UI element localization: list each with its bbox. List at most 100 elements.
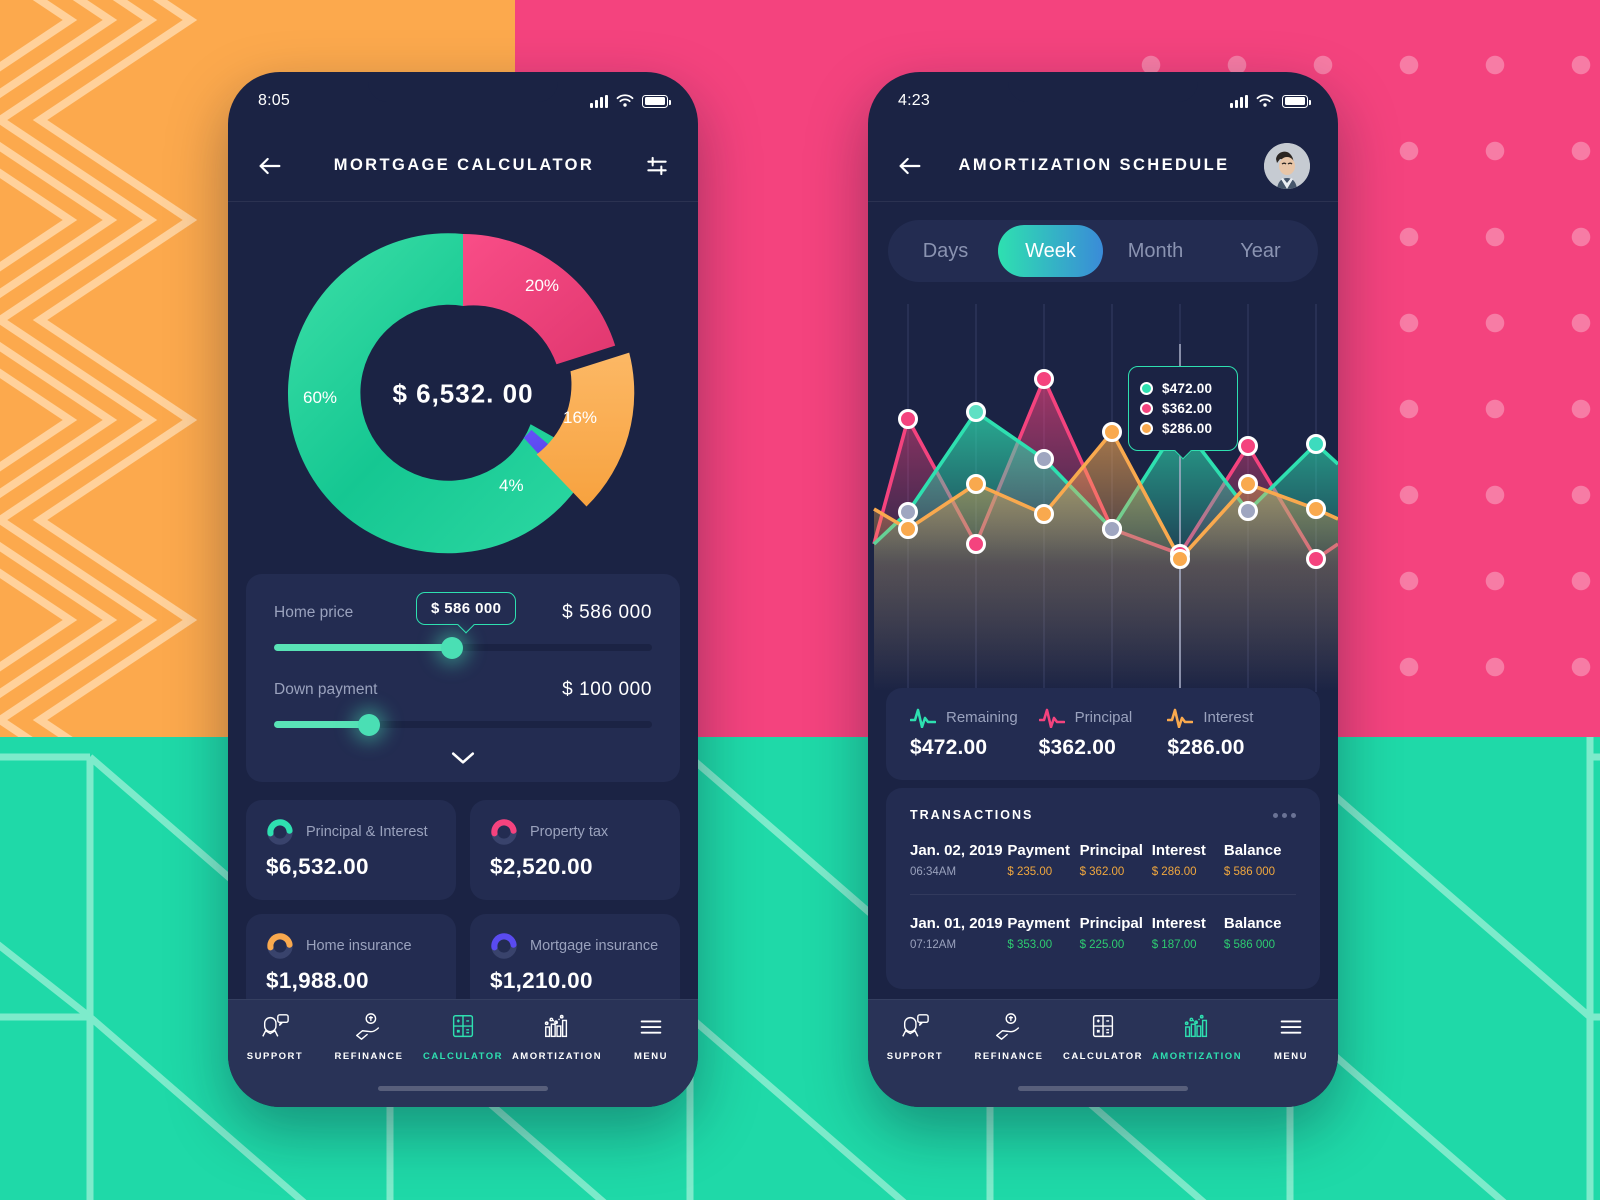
stat-card-property-tax[interactable]: Property tax $2,520.00: [470, 800, 680, 900]
transaction-payment-cell: Payment $ 235.00: [1007, 842, 1079, 878]
stat-card-principal-interest[interactable]: Principal & Interest $6,532.00: [246, 800, 456, 900]
stat-value: $2,520.00: [490, 854, 593, 879]
nav-label: MENU: [634, 1051, 668, 1062]
legend-dot-principal: [1140, 402, 1153, 415]
stat-label: Mortgage insurance: [530, 938, 659, 954]
ring-icon: [491, 933, 517, 959]
transaction-time: 06:34AM: [910, 866, 957, 878]
metric-label: Remaining: [946, 708, 1018, 726]
cell-value: $ 586 000: [1223, 939, 1276, 951]
column-header: Balance: [1223, 842, 1282, 859]
more-icon[interactable]: [1273, 812, 1296, 818]
pulse-icon: [910, 708, 936, 728]
slider-knob-down-payment[interactable]: [357, 713, 380, 736]
transaction-payment-cell: Payment $ 353.00: [1007, 915, 1079, 951]
cell-value: $ 235.00: [1007, 866, 1053, 878]
status-time: 8:05: [258, 92, 290, 109]
avatar[interactable]: [1264, 142, 1310, 189]
nav-item-refinance[interactable]: REFINANCE: [322, 1012, 416, 1062]
segment-week[interactable]: Week: [998, 225, 1103, 277]
transactions-title: TRANSACTIONS: [910, 808, 1034, 822]
nav-label: REFINANCE: [334, 1051, 404, 1062]
period-segmented-control: Days Week Month Year: [888, 220, 1318, 282]
nav-label: MENU: [1274, 1051, 1308, 1062]
chart-tooltip: $472.00 $362.00 $286.00: [1128, 366, 1238, 451]
nav-item-calculator[interactable]: CALCULATOR: [416, 1012, 510, 1062]
segment-days[interactable]: Days: [893, 225, 998, 277]
support-icon: [262, 1014, 289, 1037]
nav-item-menu[interactable]: MENU: [604, 1012, 698, 1062]
calculator-icon: [1092, 1015, 1114, 1038]
phone-mortgage-calculator: 8:05 MORTGAGE CALCULATOR $ 6,532. 00 20%…: [228, 72, 698, 1107]
nav-label: SUPPORT: [246, 1051, 304, 1062]
transaction-date-cell: Jan. 02, 2019 06:34AM: [910, 842, 1007, 878]
pulse-icon: [1038, 708, 1065, 728]
nav-label: CALCULATOR: [1062, 1051, 1144, 1062]
nav-item-support[interactable]: SUPPORT: [868, 1012, 962, 1062]
stat-label: Principal & Interest: [306, 824, 428, 840]
payment-breakdown-donut[interactable]: $ 6,532. 00 20% 16% 4% 60%: [287, 218, 639, 570]
arrow-left-icon[interactable]: [896, 152, 924, 180]
transaction-date: Jan. 02, 2019: [910, 842, 1003, 859]
stat-value: $6,532.00: [266, 854, 369, 879]
slider-fill: [274, 644, 452, 651]
cell-value: $ 286.00: [1151, 866, 1197, 878]
slider-row-down-payment: Down payment $ 100 000: [274, 673, 652, 707]
stat-label: Property tax: [530, 824, 609, 840]
transaction-date: Jan. 01, 2019: [910, 915, 1003, 932]
amortization-area-chart[interactable]: $472.00 $362.00 $286.00: [868, 304, 1338, 724]
arrow-left-icon[interactable]: [256, 152, 284, 180]
signal-icon: [590, 94, 608, 108]
cell-value: $ 353.00: [1007, 939, 1053, 951]
donut-chart-container: $ 6,532. 00 20% 16% 4% 60%: [228, 214, 698, 574]
cell-value: $ 187.00: [1151, 939, 1197, 951]
metric-interest: Interest $286.00: [1167, 706, 1296, 760]
nav-item-menu[interactable]: MENU: [1244, 1012, 1338, 1062]
segment-year[interactable]: Year: [1208, 225, 1313, 277]
table-row[interactable]: Jan. 01, 2019 07:12AM Payment $ 353.00 P…: [910, 895, 1296, 967]
slider-track-home-price[interactable]: [274, 636, 652, 659]
table-row[interactable]: Jan. 02, 2019 06:34AM Payment $ 235.00 P…: [910, 822, 1296, 895]
donut-label-purple: 4%: [499, 476, 524, 495]
transaction-interest-cell: Interest $ 187.00: [1152, 915, 1224, 951]
nav-label: SUPPORT: [886, 1051, 944, 1062]
metrics-card: Remaining $472.00 Principal $362.00 Inte…: [886, 688, 1320, 780]
battery-icon: [642, 94, 671, 108]
signal-icon: [1230, 94, 1248, 108]
donut-center-value: $ 6,532. 00: [392, 378, 534, 409]
column-header: Principal: [1079, 915, 1143, 932]
app-bar-left: MORTGAGE CALCULATOR: [228, 130, 698, 202]
tooltip-value: $362.00: [1162, 401, 1213, 416]
slider-fill: [274, 721, 369, 728]
metric-value: $472.00: [910, 736, 988, 759]
slider-track-down-payment[interactable]: [274, 713, 652, 736]
slider-value-bubble: $ 586 000: [416, 592, 517, 625]
nav-item-support[interactable]: SUPPORT: [228, 1012, 322, 1062]
expand-button[interactable]: [274, 750, 652, 770]
slider-label: Home price: [274, 604, 354, 621]
segment-month[interactable]: Month: [1103, 225, 1208, 277]
status-time: 4:23: [898, 92, 930, 109]
slider-value: $ 100 000: [562, 679, 652, 700]
transaction-time: 07:12AM: [910, 939, 957, 951]
status-bar-left: 8:05: [228, 72, 698, 130]
nav-item-amortization[interactable]: AMORTIZATION: [1150, 1012, 1244, 1062]
nav-item-calculator[interactable]: CALCULATOR: [1056, 1012, 1150, 1062]
home-indicator: [378, 1086, 548, 1091]
refinance-icon: [996, 1013, 1020, 1040]
amortization-icon: [1184, 1014, 1208, 1038]
nav-item-refinance[interactable]: REFINANCE: [962, 1012, 1056, 1062]
tooltip-row-remaining: $472.00: [1140, 381, 1226, 396]
ring-icon: [491, 819, 517, 845]
column-header: Payment: [1007, 915, 1070, 932]
chevron-down-icon: [451, 752, 475, 764]
support-icon: [902, 1014, 929, 1037]
transactions-card: TRANSACTIONS Jan. 02, 2019 06:34AM Payme…: [886, 788, 1320, 989]
slider-knob-home-price[interactable]: [440, 636, 463, 659]
legend-dot-interest: [1140, 422, 1153, 435]
sliders-icon[interactable]: [644, 153, 670, 179]
pulse-icon: [1167, 708, 1194, 728]
slider-value: $ 586 000: [562, 602, 652, 623]
transaction-principal-cell: Principal $ 225.00: [1080, 915, 1152, 951]
nav-item-amortization[interactable]: AMORTIZATION: [510, 1012, 604, 1062]
